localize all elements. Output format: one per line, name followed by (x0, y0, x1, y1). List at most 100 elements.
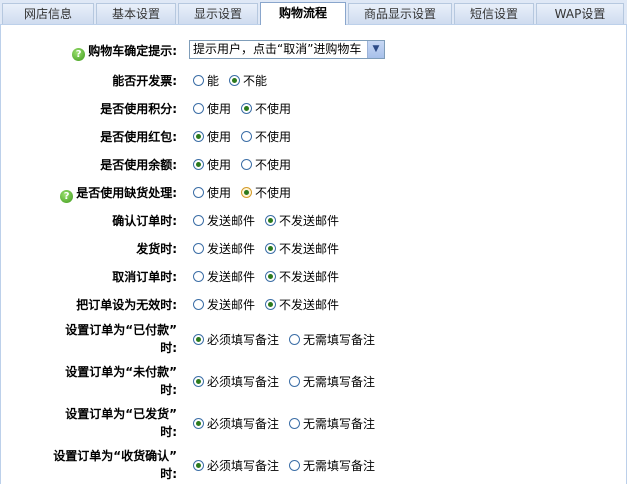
radio-option-label: 不使用 (255, 130, 292, 144)
radio-option[interactable]: 使用 (193, 100, 231, 117)
radio-option[interactable]: 无需填写备注 (289, 331, 375, 348)
radio-button[interactable] (193, 131, 204, 142)
radio-button[interactable] (193, 215, 204, 226)
radio-option[interactable]: 无需填写备注 (289, 373, 375, 390)
radio-option[interactable]: 必须填写备注 (193, 457, 279, 474)
radio-option-label: 发送邮件 (207, 270, 256, 284)
tab-sms-settings[interactable]: 短信设置 (454, 3, 534, 24)
radio-button[interactable] (229, 75, 241, 86)
tab-shop-info[interactable]: 网店信息 (2, 3, 94, 24)
radio-group: 发送邮件 不发送邮件 (193, 240, 349, 257)
radio-option[interactable]: 发送邮件 (193, 268, 255, 285)
radio-option-label: 发送邮件 (207, 298, 256, 312)
radio-option[interactable]: 不使用 (241, 156, 291, 173)
setting-label-wrap: 把订单设为无效时: (76, 296, 177, 313)
radio-option[interactable]: 不使用 (241, 184, 291, 201)
radio-option[interactable]: 不使用 (241, 100, 291, 117)
radio-button[interactable] (289, 376, 301, 387)
radio-option-label: 必须填写备注 (207, 375, 280, 389)
radio-option[interactable]: 不发送邮件 (265, 296, 339, 313)
note-setting-label-suffix: 时: (160, 425, 177, 439)
radio-option-label: 不使用 (255, 186, 292, 200)
radio-option-label: 无需填写备注 (303, 375, 376, 389)
radio-button[interactable] (193, 159, 204, 170)
radio-option-label: 无需填写备注 (303, 459, 376, 473)
radio-button[interactable] (193, 299, 204, 310)
radio-button[interactable] (193, 271, 204, 282)
help-icon[interactable]: ? (72, 48, 86, 61)
radio-option[interactable]: 必须填写备注 (193, 415, 279, 432)
radio-button[interactable] (241, 131, 253, 142)
setting-label: 是否使用积分: (100, 102, 177, 116)
setting-label-wrap: 是否使用余额: (100, 156, 177, 173)
setting-label: 是否使用红包: (100, 130, 177, 144)
setting-label-wrap: 确认订单时: (112, 212, 177, 229)
tab-display-settings[interactable]: 显示设置 (178, 3, 258, 24)
tab-shopping-flow[interactable]: 购物流程 (260, 2, 346, 26)
radio-option-label: 发送邮件 (207, 214, 256, 228)
cart-confirm-select[interactable]: 提示用户，点击“取消”进购物车 ▼ (189, 40, 385, 59)
radio-button[interactable] (265, 243, 277, 254)
radio-option[interactable]: 不发送邮件 (265, 212, 339, 229)
radio-option[interactable]: 无需填写备注 (289, 457, 375, 474)
radio-option[interactable]: 必须填写备注 (193, 373, 279, 390)
radio-option-label: 使用 (207, 130, 232, 144)
radio-button[interactable] (193, 460, 204, 471)
radio-option[interactable]: 无需填写备注 (289, 415, 375, 432)
note-setting-label: 设置订单为“收货确认” (53, 449, 177, 463)
radio-group: 必须填写备注 无需填写备注 (193, 415, 385, 432)
radio-option[interactable]: 使用 (193, 184, 231, 201)
cart-confirm-value: 提示用户，点击“取消”进购物车 (193, 42, 362, 56)
radio-button[interactable] (193, 334, 204, 345)
radio-group: 必须填写备注 无需填写备注 (193, 331, 385, 348)
radio-option-label: 无需填写备注 (303, 333, 376, 347)
radio-button[interactable] (241, 187, 253, 198)
radio-group: 使用 不使用 (193, 156, 301, 173)
radio-button[interactable] (193, 243, 204, 254)
radio-option[interactable]: 使用 (193, 128, 231, 145)
radio-option[interactable]: 能 (193, 72, 219, 89)
radio-button[interactable] (289, 334, 301, 345)
radio-group: 使用 不使用 (193, 184, 301, 201)
radio-option[interactable]: 发送邮件 (193, 296, 255, 313)
radio-button[interactable] (241, 103, 253, 114)
radio-option[interactable]: 使用 (193, 156, 231, 173)
chevron-down-icon[interactable]: ▼ (367, 41, 384, 58)
radio-button[interactable] (289, 460, 301, 471)
radio-option[interactable]: 不使用 (241, 128, 291, 145)
radio-option[interactable]: 不发送邮件 (265, 268, 339, 285)
radio-button[interactable] (289, 418, 301, 429)
radio-button[interactable] (193, 187, 204, 198)
setting-label-wrap: ? 是否使用缺货处理: (60, 184, 177, 203)
setting-label: 把订单设为无效时: (76, 298, 177, 312)
radio-button[interactable] (265, 299, 277, 310)
radio-option[interactable]: 不能 (229, 72, 267, 89)
radio-option[interactable]: 不发送邮件 (265, 240, 339, 257)
radio-button[interactable] (265, 271, 277, 282)
radio-option-label: 使用 (207, 102, 232, 116)
setting-label-wrap: 取消订单时: (112, 268, 177, 285)
note-setting-label-wrap: 设置订单为“已发货” 时: (65, 405, 177, 441)
help-icon[interactable]: ? (60, 190, 74, 203)
radio-button[interactable] (193, 103, 204, 114)
tab-goods-display-settings[interactable]: 商品显示设置 (348, 3, 452, 24)
radio-button[interactable] (193, 75, 204, 86)
setting-label-wrap: 发货时: (136, 240, 177, 257)
setting-label-wrap: 能否开发票: (112, 72, 177, 89)
setting-label: 是否使用缺货处理: (76, 186, 177, 200)
radio-option-label: 不使用 (255, 102, 292, 116)
radio-option[interactable]: 必须填写备注 (193, 331, 279, 348)
radio-option[interactable]: 发送邮件 (193, 212, 255, 229)
setting-label-wrap: 是否使用红包: (100, 128, 177, 145)
radio-option[interactable]: 发送邮件 (193, 240, 255, 257)
radio-button[interactable] (265, 215, 277, 226)
radio-button[interactable] (193, 418, 204, 429)
radio-button[interactable] (193, 376, 204, 387)
radio-option-label: 使用 (207, 186, 232, 200)
radio-group: 发送邮件 不发送邮件 (193, 212, 349, 229)
radio-button[interactable] (241, 159, 253, 170)
radio-group: 发送邮件 不发送邮件 (193, 296, 349, 313)
tab-basic-settings[interactable]: 基本设置 (96, 3, 176, 24)
radio-option-label: 不使用 (255, 158, 292, 172)
tab-wap-settings[interactable]: WAP设置 (536, 3, 624, 24)
